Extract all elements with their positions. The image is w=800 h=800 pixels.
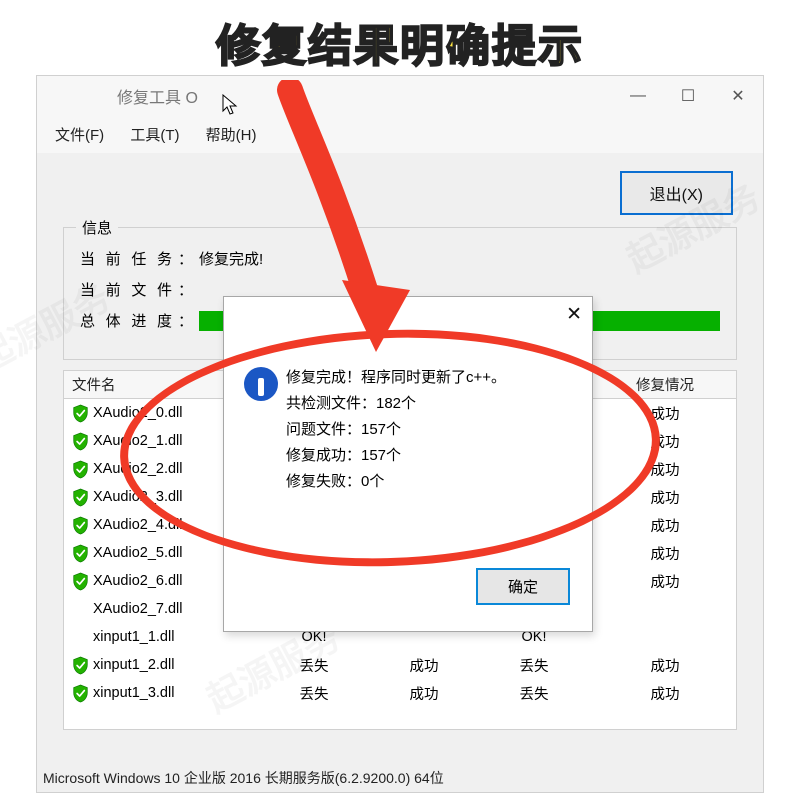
th-status[interactable]: 修复情况	[594, 374, 736, 395]
cell-col-c: 丢失	[474, 683, 594, 704]
menu-tool[interactable]: 工具(T)	[130, 127, 179, 144]
cell-status: 成功	[594, 459, 736, 480]
status-bar: Microsoft Windows 10 企业版 2016 长期服务版(6.2.…	[43, 768, 444, 788]
cell-filename: XAudio2_1.dll	[93, 433, 183, 449]
cell-filename: xinput1_2.dll	[93, 657, 174, 673]
window-title: 修复工具 O	[117, 84, 198, 108]
menu-file[interactable]: 文件(F)	[55, 127, 104, 144]
cell-status: 成功	[594, 655, 736, 676]
table-row[interactable]: xinput1_2.dll丢失成功丢失成功	[64, 651, 736, 679]
title-bar: 修复工具 O — ☐ ✕	[37, 76, 763, 116]
cell-col-b: 成功	[374, 655, 474, 676]
cell-status: 成功	[594, 403, 736, 424]
shield-check-icon	[72, 684, 89, 703]
cell-col-b: 成功	[374, 683, 474, 704]
progress-label: 总体进度	[80, 310, 172, 331]
shield-check-icon	[72, 516, 89, 535]
ok-button[interactable]: 确定	[476, 568, 570, 605]
cell-filename: XAudio2_4.dll	[93, 517, 183, 533]
cell-filename: XAudio2_2.dll	[93, 461, 183, 477]
shield-check-icon	[72, 544, 89, 563]
menu-help[interactable]: 帮助(H)	[206, 127, 257, 144]
shield-check-icon	[72, 572, 89, 591]
current-file-label: 当前文件	[80, 279, 172, 300]
info-group-title: 信息	[76, 217, 118, 238]
cell-filename: XAudio2_7.dll	[93, 601, 183, 617]
maximize-button[interactable]: ☐	[663, 76, 713, 116]
exit-button[interactable]: 退出(X)	[620, 171, 733, 215]
menu-bar: 文件(F) 工具(T) 帮助(H)	[37, 116, 763, 153]
current-task-value: 修复完成!	[199, 248, 720, 269]
info-icon	[244, 367, 278, 401]
table-row[interactable]: xinput1_3.dll丢失成功丢失成功	[64, 679, 736, 707]
cell-status: 成功	[594, 431, 736, 452]
shield-check-icon	[72, 432, 89, 451]
cell-status: 成功	[594, 543, 736, 564]
cell-status: 成功	[594, 515, 736, 536]
cell-filename: XAudio2_5.dll	[93, 545, 183, 561]
dialog-message: 修复完成！程序同时更新了c++。 共检测文件：182个 问题文件：157个 修复…	[286, 365, 506, 495]
cell-status: 成功	[594, 571, 736, 592]
headline-banner: 修复结果明确提示	[0, 10, 800, 74]
close-window-button[interactable]: ✕	[713, 76, 763, 116]
cell-filename: xinput1_3.dll	[93, 685, 174, 701]
cell-col-a: 丢失	[254, 655, 374, 676]
dialog-close-button[interactable]: ✕	[566, 303, 582, 326]
cell-filename: XAudio2_3.dll	[93, 489, 183, 505]
shield-check-icon	[72, 488, 89, 507]
minimize-button[interactable]: —	[613, 76, 663, 116]
current-task-label: 当前任务	[80, 248, 172, 269]
shield-check-icon	[72, 460, 89, 479]
cell-col-c: 丢失	[474, 655, 594, 676]
cell-status: 成功	[594, 487, 736, 508]
cell-filename: XAudio2_6.dll	[93, 573, 183, 589]
shield-check-icon	[72, 404, 89, 423]
cell-status: 成功	[594, 683, 736, 704]
cell-filename: xinput1_1.dll	[93, 629, 174, 645]
cell-filename: XAudio2_0.dll	[93, 405, 183, 421]
shield-check-icon	[72, 656, 89, 675]
cell-col-a: 丢失	[254, 683, 374, 704]
result-dialog: ✕ 修复完成！程序同时更新了c++。 共检测文件：182个 问题文件：157个 …	[223, 296, 593, 632]
